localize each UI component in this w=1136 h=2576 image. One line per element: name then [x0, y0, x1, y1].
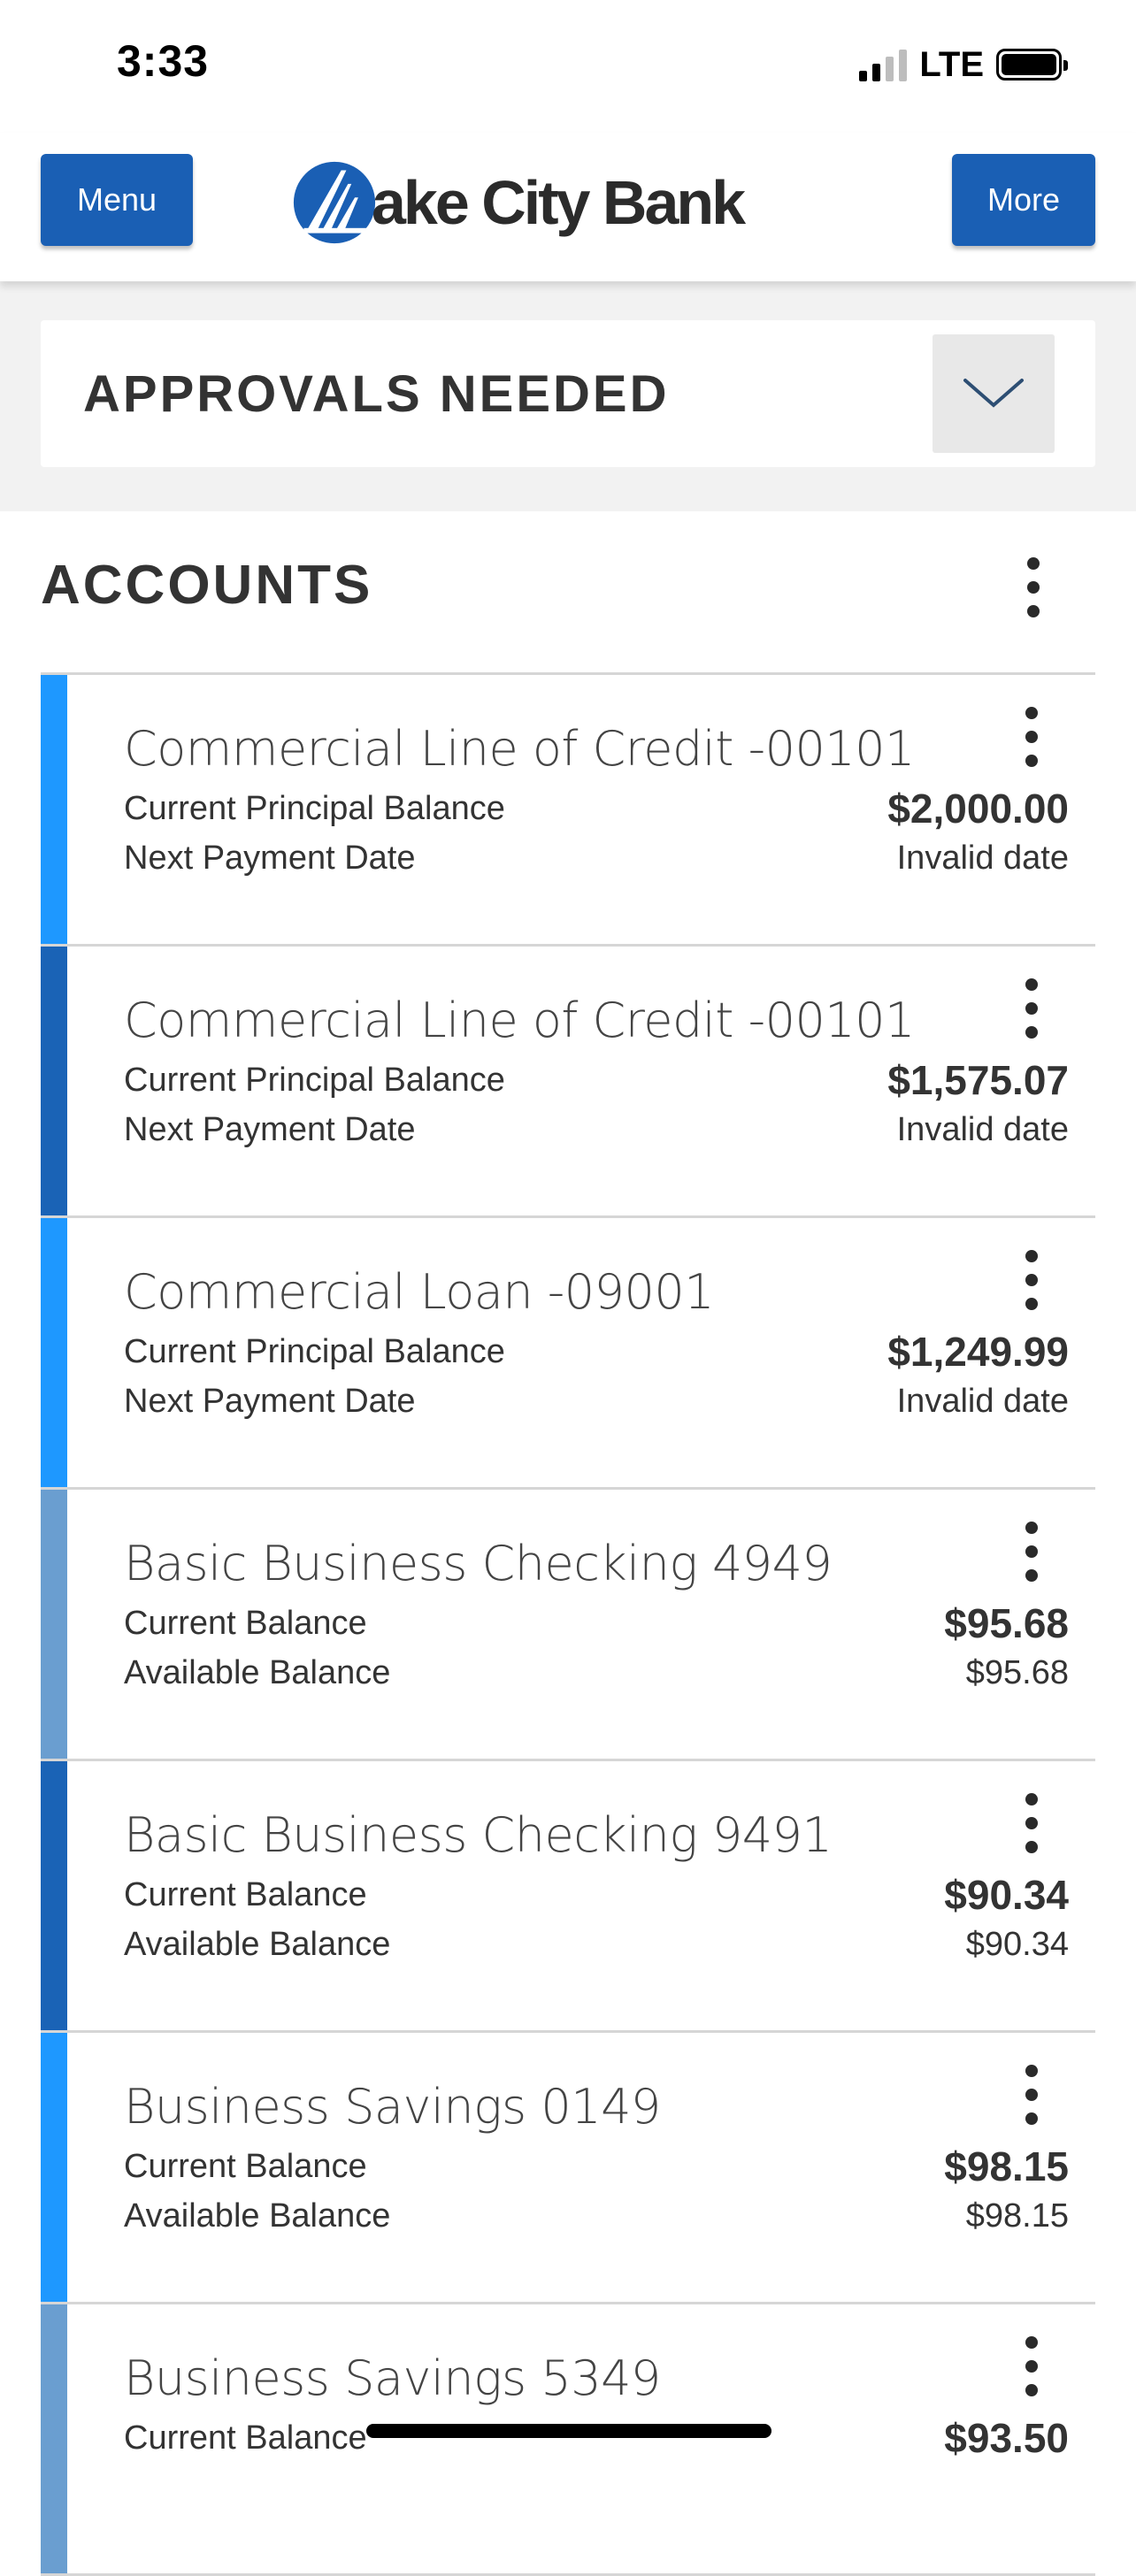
account-kebab-menu-icon[interactable] — [1014, 2331, 1049, 2402]
chevron-down-icon — [963, 379, 1024, 408]
status-time: 3:33 — [117, 36, 210, 86]
accounts-section: ACCOUNTS Commercial Line of Credit -0010… — [0, 511, 1136, 2576]
account-color-stripe — [41, 1490, 67, 1759]
account-secondary-value: $95.68 — [965, 1654, 1069, 1691]
account-card[interactable]: Commercial Line of Credit -00101 Current… — [41, 675, 1095, 947]
account-name[interactable]: Basic Business Checking 9491 — [124, 1807, 833, 1863]
account-card[interactable]: Basic Business Checking 9491 Current Bal… — [41, 1761, 1095, 2033]
battery-icon — [996, 49, 1068, 80]
accounts-title: ACCOUNTS — [41, 555, 373, 616]
bank-logo-icon — [293, 161, 376, 244]
account-card[interactable]: Business Savings 0149 Current Balance Av… — [41, 2033, 1095, 2304]
account-name[interactable]: Commercial Line of Credit -00101 — [124, 993, 915, 1048]
account-kebab-menu-icon[interactable] — [1014, 1516, 1049, 1587]
approvals-title: APPROVALS NEEDED — [83, 365, 670, 423]
account-color-stripe — [41, 2304, 67, 2573]
account-secondary-label: Available Balance — [124, 1654, 391, 1691]
account-primary-value: $90.34 — [944, 1872, 1069, 1918]
account-secondary-value: Invalid date — [896, 840, 1069, 877]
account-primary-value: $93.50 — [944, 2415, 1069, 2461]
account-secondary-value: Invalid date — [896, 1383, 1069, 1420]
network-type: LTE — [919, 44, 984, 84]
account-secondary-value: $98.15 — [965, 2197, 1069, 2235]
account-primary-label: Current Principal Balance — [124, 790, 505, 827]
account-card[interactable]: Business Savings 5349 Current Balance $9… — [41, 2304, 1095, 2576]
account-color-stripe — [41, 2033, 67, 2302]
account-name[interactable]: Business Savings 5349 — [124, 2350, 661, 2406]
account-primary-label: Current Balance — [124, 2148, 367, 2185]
account-name[interactable]: Business Savings 0149 — [124, 2079, 661, 2135]
account-kebab-menu-icon[interactable] — [1014, 1245, 1049, 1315]
account-color-stripe — [41, 947, 67, 1215]
account-color-stripe — [41, 1761, 67, 2030]
account-name[interactable]: Commercial Line of Credit -00101 — [124, 721, 915, 777]
accounts-kebab-menu-icon[interactable] — [1016, 552, 1051, 623]
account-kebab-menu-icon[interactable] — [1014, 973, 1049, 1044]
bank-logo[interactable]: ake City Bank — [292, 154, 746, 251]
account-primary-value: $1,575.07 — [887, 1057, 1069, 1103]
account-card[interactable]: Commercial Line of Credit -00101 Current… — [41, 947, 1095, 1218]
approvals-section: APPROVALS NEEDED — [0, 281, 1136, 511]
account-primary-value: $2,000.00 — [887, 786, 1069, 832]
account-card[interactable]: Basic Business Checking 4949 Current Bal… — [41, 1490, 1095, 1761]
account-primary-value: $95.68 — [944, 1600, 1069, 1646]
more-button[interactable]: More — [952, 154, 1095, 246]
account-primary-label: Current Balance — [124, 1605, 367, 1642]
bank-logo-text: ake City Bank — [372, 168, 746, 237]
account-name[interactable]: Basic Business Checking 4949 — [124, 1536, 833, 1591]
account-kebab-menu-icon[interactable] — [1014, 2059, 1049, 2130]
account-primary-label: Current Balance — [124, 2419, 367, 2457]
account-name[interactable]: Commercial Loan -09001 — [124, 1264, 715, 1320]
app-header: Menu ake City Bank More — [0, 133, 1136, 281]
account-primary-label: Current Principal Balance — [124, 1333, 505, 1370]
account-secondary-label: Available Balance — [124, 2197, 391, 2235]
account-secondary-label: Next Payment Date — [124, 840, 416, 877]
account-card[interactable]: Commercial Loan -09001 Current Principal… — [41, 1218, 1095, 1490]
home-indicator[interactable] — [366, 2424, 771, 2438]
account-secondary-label: Next Payment Date — [124, 1111, 416, 1148]
account-secondary-label: Available Balance — [124, 1926, 391, 1963]
account-secondary-label: Next Payment Date — [124, 1383, 416, 1420]
account-secondary-value: $90.34 — [965, 1926, 1069, 1963]
approvals-toggle-button[interactable] — [933, 334, 1055, 453]
account-primary-value: $98.15 — [944, 2143, 1069, 2189]
account-primary-label: Current Principal Balance — [124, 1062, 505, 1099]
menu-button[interactable]: Menu — [41, 154, 193, 246]
account-kebab-menu-icon[interactable] — [1014, 702, 1049, 772]
approvals-card: APPROVALS NEEDED — [41, 320, 1095, 467]
signal-icon — [859, 48, 908, 81]
account-primary-value: $1,249.99 — [887, 1329, 1069, 1375]
account-kebab-menu-icon[interactable] — [1014, 1788, 1049, 1859]
account-list: Commercial Line of Credit -00101 Current… — [41, 672, 1095, 2576]
status-bar: 3:33 LTE — [0, 0, 1136, 133]
status-indicators: LTE — [859, 42, 1068, 87]
account-color-stripe — [41, 1218, 67, 1487]
account-color-stripe — [41, 675, 67, 944]
account-secondary-value: Invalid date — [896, 1111, 1069, 1148]
account-primary-label: Current Balance — [124, 1876, 367, 1913]
